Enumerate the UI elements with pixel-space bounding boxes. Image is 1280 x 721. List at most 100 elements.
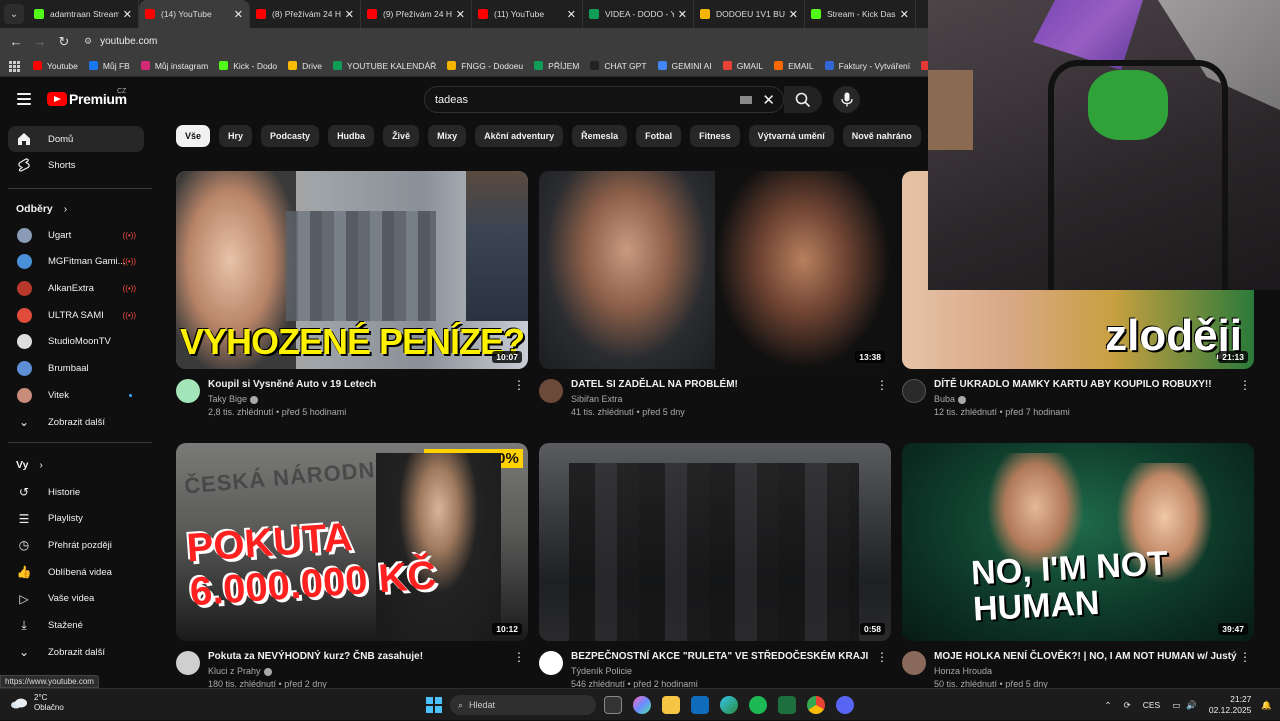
channel-name[interactable]: Týdeník Policie <box>571 666 891 676</box>
video-card[interactable]: VYHOZENÉ PENÍZE? 10:07 Koupil si Vysněné… <box>176 171 528 417</box>
browser-tab[interactable]: VIDEA - DODO - Y ✕ <box>583 0 694 28</box>
close-tab-icon[interactable]: ✕ <box>345 8 354 21</box>
channel-avatar[interactable] <box>176 379 200 403</box>
filter-chip[interactable]: Fitness <box>690 125 740 147</box>
close-tab-icon[interactable]: ✕ <box>456 8 465 21</box>
sidebar-item-home[interactable]: Domů <box>8 126 144 152</box>
excel-icon[interactable] <box>778 696 796 714</box>
close-tab-icon[interactable]: ✕ <box>567 8 576 21</box>
channel-name[interactable]: Kluci z Prahy <box>208 666 528 676</box>
network-icon[interactable]: ▭ <box>1172 700 1180 711</box>
channel-name[interactable]: Taky Bige <box>208 394 528 404</box>
show-more-subscriptions[interactable]: ⌄ Zobrazit další <box>8 409 144 435</box>
filter-chip[interactable]: Živě <box>383 125 420 147</box>
video-thumbnail[interactable]: NO, I'M NOT HUMAN 39:47 <box>902 443 1254 641</box>
language-indicator[interactable]: CES <box>1143 700 1160 710</box>
spotify-icon[interactable] <box>749 696 767 714</box>
search-input[interactable] <box>435 93 741 106</box>
bookmark-item[interactable]: PŘÍJEM <box>534 61 579 71</box>
sidebar-item-download[interactable]: ⤓ Stažené <box>8 613 144 639</box>
filter-chip[interactable]: Akční adventury <box>475 125 564 147</box>
bookmark-item[interactable]: CHAT GPT <box>590 61 647 71</box>
weather-widget[interactable]: 2°C Oblačno <box>10 693 64 713</box>
channel-avatar[interactable] <box>539 379 563 403</box>
task-view-icon[interactable] <box>604 696 622 714</box>
browser-tab[interactable]: (9) Přežívám 24 H ✕ <box>361 0 472 28</box>
filter-chip[interactable]: Hry <box>219 125 253 147</box>
subscriptions-heading[interactable]: Odběry › <box>16 203 67 215</box>
video-thumbnail[interactable]: 0:58 <box>539 443 891 641</box>
browser-tab[interactable]: DODOEU 1V1 BU ✕ <box>694 0 805 28</box>
volume-icon[interactable]: 🔊 <box>1186 700 1197 711</box>
keyboard-icon[interactable] <box>740 95 753 104</box>
sidebar-item-playlist[interactable]: ☰ Playlisty <box>8 506 144 532</box>
more-options-icon[interactable]: ⋮ <box>876 651 888 663</box>
filter-chip[interactable]: Řemesla <box>572 125 628 147</box>
notification-icon[interactable]: 🔔 <box>1261 700 1272 711</box>
more-options-icon[interactable]: ⋮ <box>513 379 525 391</box>
apps-grid-icon[interactable] <box>9 60 20 72</box>
sidebar-item-clock[interactable]: ◷ Přehrát později <box>8 532 144 558</box>
sidebar-subscription-item[interactable]: StudioMoonTV <box>8 329 144 355</box>
reload-icon[interactable]: ↻ <box>52 34 76 50</box>
you-heading[interactable]: Vy › <box>16 459 43 471</box>
video-thumbnail[interactable]: 13:38 <box>539 171 891 369</box>
chrome-icon[interactable] <box>807 696 825 714</box>
channel-avatar[interactable] <box>539 651 563 675</box>
bookmark-item[interactable]: Drive <box>288 61 322 71</box>
video-title[interactable]: DATEL SI ZADĚLAL NA PROBLÉM! <box>571 379 891 391</box>
channel-avatar[interactable] <box>902 651 926 675</box>
more-options-icon[interactable]: ⋮ <box>876 379 888 391</box>
bookmark-item[interactable]: FNGG - Dodoeu <box>447 61 523 71</box>
video-card[interactable]: NO, I'M NOT HUMAN 39:47 MOJE HOLKA NENÍ … <box>902 443 1254 689</box>
filter-chip[interactable]: Výtvarná umění <box>748 125 834 147</box>
sidebar-item-shorts[interactable]: Shorts <box>8 152 144 178</box>
sidebar-item-history[interactable]: ↺ Historie <box>8 479 144 505</box>
bookmark-item[interactable]: Můj instagram <box>140 61 208 71</box>
clock[interactable]: 21:27 02.12.2025 <box>1209 694 1252 716</box>
url-field[interactable]: ⚙ youtube.com <box>84 36 157 47</box>
filter-chip[interactable]: Fotbal <box>636 125 682 147</box>
channel-name[interactable]: Buba <box>934 394 1254 404</box>
show-more-you[interactable]: ⌄ Zobrazit další <box>8 639 144 665</box>
sidebar-item-thumbs-up[interactable]: 👍 Oblíbená videa <box>8 559 144 585</box>
video-thumbnail[interactable]: VYHOZENÉ PENÍZE? 10:07 <box>176 171 528 369</box>
filter-chip[interactable]: Hudba <box>328 125 375 147</box>
file-explorer-icon[interactable] <box>662 696 680 714</box>
channel-avatar[interactable] <box>902 379 926 403</box>
clear-search-icon[interactable]: ✕ <box>762 91 775 109</box>
video-title[interactable]: MOJE HOLKA NENÍ ČLOVĚK?! | NO, I AM NOT … <box>934 651 1254 663</box>
channel-avatar[interactable] <box>176 651 200 675</box>
forward-arrow-icon[interactable]: → <box>28 34 52 49</box>
filter-chip[interactable]: Mixy <box>428 125 467 147</box>
filter-chip[interactable]: Nově nahráno <box>842 125 921 147</box>
video-title[interactable]: BEZPEČNOSTNÍ AKCE "RULETA" VE STŘEDOČESK… <box>571 651 891 663</box>
browser-tab[interactable]: (8) Přežívám 24 H ✕ <box>250 0 361 28</box>
bookmark-item[interactable]: Kick - Dodo <box>219 61 277 71</box>
search-button[interactable] <box>784 86 822 113</box>
close-tab-icon[interactable]: ✕ <box>678 8 687 21</box>
youtube-premium-logo[interactable]: Premium CZ <box>47 88 127 107</box>
close-tab-icon[interactable]: ✕ <box>789 8 798 21</box>
chevron-up-icon[interactable]: ⌃ <box>1105 700 1112 711</box>
taskbar-search[interactable]: ⌕ Hledat <box>450 695 596 715</box>
bookmark-item[interactable]: GMAIL <box>722 61 763 71</box>
channel-name[interactable]: Sibiřan Extra <box>571 394 891 404</box>
bookmark-item[interactable]: Můj FB <box>88 61 130 71</box>
close-tab-icon[interactable]: ✕ <box>900 8 909 21</box>
close-tab-icon[interactable]: ✕ <box>234 8 243 21</box>
sidebar-subscription-item[interactable]: Brumbaal <box>8 356 144 382</box>
more-options-icon[interactable]: ⋮ <box>1239 651 1251 663</box>
edge-icon[interactable] <box>720 696 738 714</box>
sidebar-item-video[interactable]: ▷ Vaše videa <box>8 586 144 612</box>
video-card[interactable]: ČESKÁ NÁRODNÍ CHANGE 0% POKUTA 6.000.000… <box>176 443 528 689</box>
sync-icon[interactable]: ⟳ <box>1124 700 1131 711</box>
browser-tab[interactable]: adamtraan Stream ✕ <box>28 0 139 28</box>
more-options-icon[interactable]: ⋮ <box>1239 379 1251 391</box>
sidebar-subscription-item[interactable]: AlkanExtra ((•)) <box>8 275 144 301</box>
menu-icon[interactable] <box>17 93 31 105</box>
site-info-icon[interactable]: ⚙ <box>84 36 92 47</box>
back-arrow-icon[interactable]: ← <box>4 34 28 49</box>
discord-icon[interactable] <box>836 696 854 714</box>
bookmark-item[interactable]: Youtube <box>33 61 78 71</box>
